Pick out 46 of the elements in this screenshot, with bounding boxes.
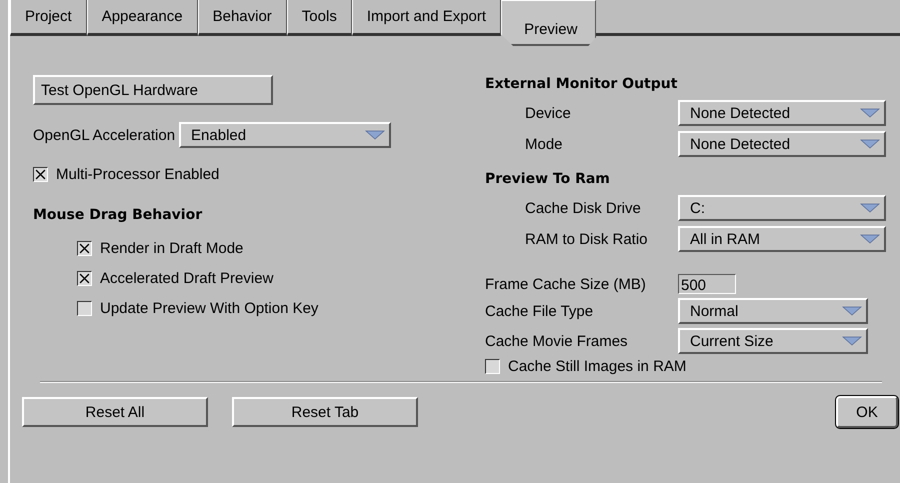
ok-button[interactable]: OK [836, 396, 898, 428]
dropdown[interactable]: None Detected [678, 100, 886, 126]
dropdown-arrow-icon [860, 108, 880, 118]
dropdown-arrow-icon [842, 306, 862, 316]
checkbox[interactable] [485, 359, 500, 374]
field-label: RAM to Disk Ratio [524, 230, 649, 248]
checkbox-label: Accelerated Draft Preview [100, 270, 274, 286]
test-opengl-button[interactable]: Test OpenGL Hardware [33, 75, 273, 105]
field-label: Mode [524, 136, 564, 152]
tab[interactable]: Appearance [86, 0, 198, 36]
dropdown-arrow-icon [860, 203, 880, 213]
dropdown[interactable]: All in RAM [678, 226, 886, 252]
checkbox[interactable] [77, 270, 92, 286]
checkbox-label: Multi-Processor Enabled [56, 166, 220, 183]
tab[interactable]: Preview [501, 0, 596, 46]
dropdown[interactable]: C: [678, 195, 886, 221]
checkbox-label: Update Preview With Option Key [100, 300, 318, 316]
tab[interactable]: Project [10, 0, 87, 36]
reset-button[interactable]: Reset Tab [232, 397, 418, 427]
checkbox[interactable] [77, 240, 92, 256]
dropdown[interactable]: Normal [678, 298, 868, 324]
dropdown[interactable]: None Detected [678, 131, 886, 157]
field-label: Frame Cache Size (MB) [485, 276, 647, 292]
tab[interactable]: Import and Export [352, 0, 502, 36]
field-label: Cache Disk Drive [524, 200, 642, 216]
section-heading: External Monitor Output [485, 76, 678, 92]
checkbox-label: Cache Still Images in RAM [508, 358, 686, 375]
checkbox-label: Render in Draft Mode [100, 240, 244, 256]
dropdown-arrow-icon [842, 336, 862, 346]
dropdown-arrow-icon [860, 139, 880, 149]
tab[interactable]: Tools [286, 0, 352, 36]
section-heading: Mouse Drag Behavior [33, 207, 204, 223]
field-label: Cache Movie Frames [485, 332, 629, 350]
dropdown-arrow-icon [860, 234, 880, 244]
field-label: OpenGL Acceleration [33, 126, 176, 144]
checkbox[interactable] [77, 300, 92, 316]
dropdown-arrow-icon [365, 130, 386, 140]
section-heading: Preview To Ram [485, 171, 611, 187]
field-label: Device [524, 104, 572, 122]
field-label: Cache File Type [485, 302, 594, 320]
dropdown[interactable]: Current Size [678, 328, 868, 354]
input-field[interactable]: 500 [678, 274, 736, 294]
tab[interactable]: Behavior [198, 0, 287, 36]
checkbox[interactable] [33, 167, 48, 182]
dropdown[interactable]: Enabled [179, 122, 392, 148]
reset-button[interactable]: Reset All [22, 397, 208, 427]
